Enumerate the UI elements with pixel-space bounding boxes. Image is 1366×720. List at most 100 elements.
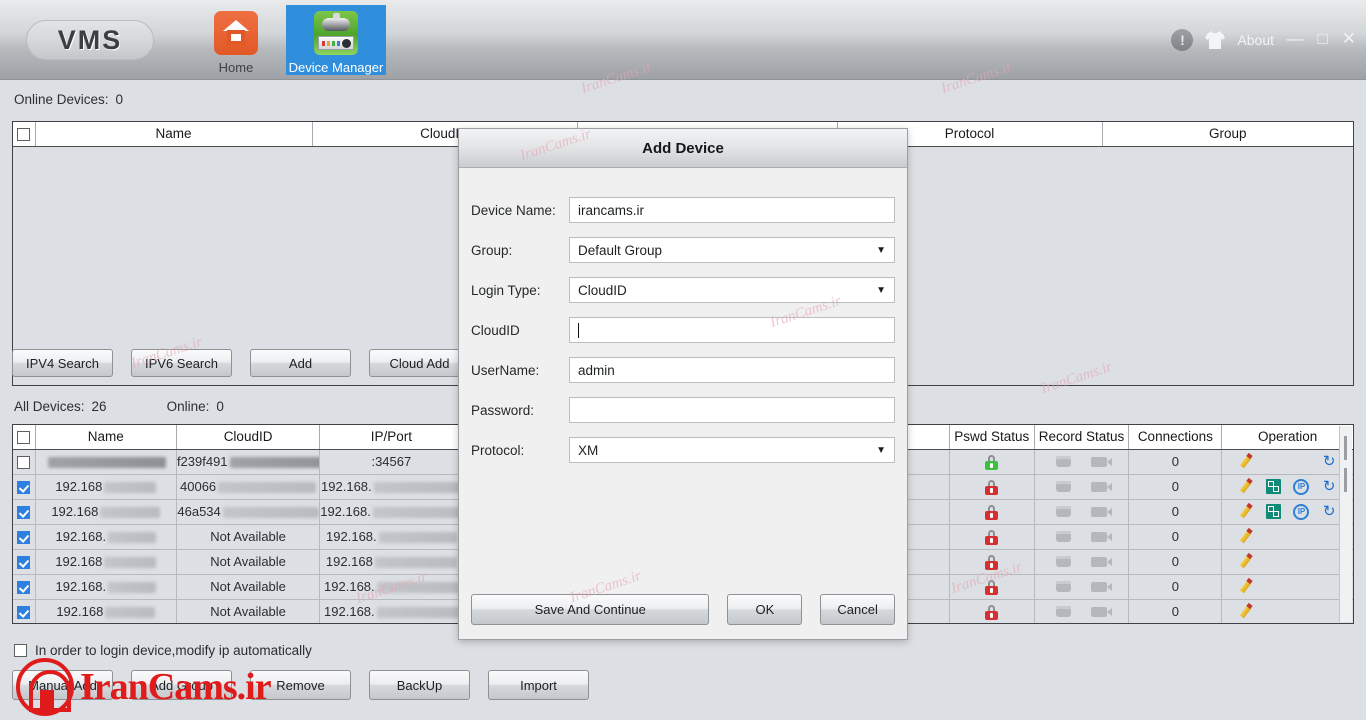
row-select-cell[interactable]	[13, 499, 36, 525]
row-select-cell[interactable]	[13, 574, 36, 600]
vms-application-window: VMS Home Device Manager ! About — □ ✕ On…	[0, 0, 1366, 720]
row-checkbox[interactable]	[17, 531, 31, 545]
lock-body	[985, 510, 999, 520]
operation-icons	[1222, 525, 1353, 549]
scrollbar-thumb-secondary[interactable]	[1344, 468, 1347, 492]
cell-cloudid: 46a534	[176, 499, 321, 525]
qr-code-icon[interactable]	[1266, 504, 1282, 519]
bottom-button-add-group[interactable]: Add Group	[131, 670, 232, 700]
operation-slot: IP	[1288, 478, 1316, 495]
logintype-select[interactable]: CloudID ▼	[569, 277, 895, 303]
cell-connections: 0	[1128, 449, 1223, 475]
table-vertical-scrollbar[interactable]	[1339, 426, 1352, 622]
cell-ipport: 192.168.	[319, 599, 464, 623]
scrollbar-thumb[interactable]	[1344, 436, 1347, 460]
ip-config-icon[interactable]: IP	[1293, 503, 1310, 520]
search-button-ipv4-search[interactable]: IPV4 Search	[12, 349, 113, 377]
edit-pencil-icon[interactable]	[1238, 477, 1254, 495]
cell-record-status	[1034, 499, 1130, 525]
field-label-group: Group:	[471, 242, 513, 258]
cancel-button[interactable]: Cancel	[820, 594, 895, 625]
edit-pencil-icon[interactable]	[1238, 577, 1254, 595]
redacted-text	[374, 557, 457, 569]
auto-modify-ip-row[interactable]: In order to login device,modify ip autom…	[14, 643, 312, 658]
about-button[interactable]: ! About	[1171, 26, 1274, 54]
edit-pencil-icon[interactable]	[1238, 527, 1254, 545]
operation-slot	[1232, 552, 1260, 570]
refresh-icon[interactable]: ↻	[1322, 454, 1337, 469]
cell-operation: IP ↻	[1221, 474, 1353, 500]
skin-shirt-icon[interactable]	[1204, 30, 1226, 50]
edit-pencil-icon[interactable]	[1238, 602, 1254, 620]
search-button-add[interactable]: Add	[250, 349, 351, 377]
ip-config-icon[interactable]: IP	[1293, 478, 1310, 495]
camera-icon	[1090, 531, 1112, 542]
row-checkbox[interactable]	[17, 481, 31, 495]
app-logo-text: VMS	[57, 24, 123, 55]
column-header-cloudid: CloudID	[176, 425, 321, 450]
cell-operation	[1221, 549, 1353, 575]
save-and-continue-button[interactable]: Save And Continue	[471, 594, 710, 625]
protocol-select[interactable]: XM ▼	[569, 437, 895, 463]
group-select[interactable]: Default Group ▼	[569, 237, 895, 263]
column-header-name: Name	[35, 122, 313, 147]
select-all-checkbox[interactable]	[17, 431, 31, 445]
minimize-button[interactable]: —	[1286, 30, 1303, 47]
password-input[interactable]	[569, 397, 895, 423]
row-checkbox[interactable]	[17, 456, 31, 470]
row-select-cell[interactable]	[13, 449, 36, 475]
row-checkbox[interactable]	[17, 506, 31, 520]
refresh-icon[interactable]: ↻	[1322, 504, 1337, 519]
row-select-cell[interactable]	[13, 474, 36, 500]
cloudid-input[interactable]	[569, 317, 895, 343]
cell-ipport: :34567	[319, 449, 464, 475]
select-all-checkbox[interactable]	[17, 128, 31, 142]
auto-modify-ip-checkbox[interactable]	[14, 644, 27, 657]
row-checkbox[interactable]	[17, 606, 31, 620]
row-select-cell[interactable]	[13, 524, 36, 550]
edit-pencil-icon[interactable]	[1238, 552, 1254, 570]
cell-operation: ↻	[1221, 449, 1353, 475]
bottom-button-backup[interactable]: BackUp	[369, 670, 470, 700]
select-all-header[interactable]	[13, 425, 36, 450]
row-select-cell[interactable]	[13, 599, 36, 623]
search-button-cloud-add[interactable]: Cloud Add	[369, 349, 470, 377]
search-button-ipv6-search[interactable]: IPV6 Search	[131, 349, 232, 377]
cell-name: 192.168	[35, 474, 177, 500]
cell-ipport: 192.168.	[319, 574, 464, 600]
cell-pswd-status	[949, 524, 1035, 550]
refresh-icon[interactable]: ↻	[1322, 479, 1337, 494]
redacted-text	[378, 532, 457, 544]
ok-button[interactable]: OK	[727, 594, 803, 625]
cell-record-status	[1034, 474, 1130, 500]
nav-tab-home[interactable]: Home	[186, 5, 286, 75]
devicename-value: irancams.ir	[578, 202, 645, 218]
row-checkbox[interactable]	[17, 556, 31, 570]
cell-connections: 0	[1128, 524, 1223, 550]
username-input[interactable]: admin	[569, 357, 895, 383]
row-checkbox[interactable]	[17, 581, 31, 595]
field-label-devicename: Device Name:	[471, 202, 556, 218]
bottom-button-manual-add[interactable]: Manual Add	[12, 670, 113, 700]
text-caret	[578, 322, 579, 338]
row-select-cell[interactable]	[13, 549, 36, 575]
form-row-username: UserName: admin	[471, 350, 895, 390]
select-all-header[interactable]	[13, 122, 36, 147]
home-icon	[214, 11, 258, 55]
nav-tab-device-manager[interactable]: Device Manager	[286, 5, 386, 75]
redacted-text	[222, 507, 319, 519]
field-label-cloudid: CloudID	[471, 322, 520, 338]
qr-code-icon[interactable]	[1266, 479, 1282, 494]
group-value: Default Group	[578, 242, 663, 258]
bottom-button-import[interactable]: Import	[488, 670, 589, 700]
redacted-text	[376, 582, 459, 594]
devicename-input[interactable]: irancams.ir	[569, 197, 895, 223]
close-button[interactable]: ✕	[1342, 30, 1356, 47]
edit-pencil-icon[interactable]	[1238, 452, 1254, 470]
info-icon[interactable]: !	[1171, 29, 1194, 51]
cell-pswd-status	[949, 499, 1035, 525]
bottom-button-remove[interactable]: Remove	[250, 670, 351, 700]
maximize-button[interactable]: □	[1317, 30, 1327, 47]
edit-pencil-icon[interactable]	[1238, 502, 1254, 520]
cell-pswd-status	[949, 599, 1035, 623]
